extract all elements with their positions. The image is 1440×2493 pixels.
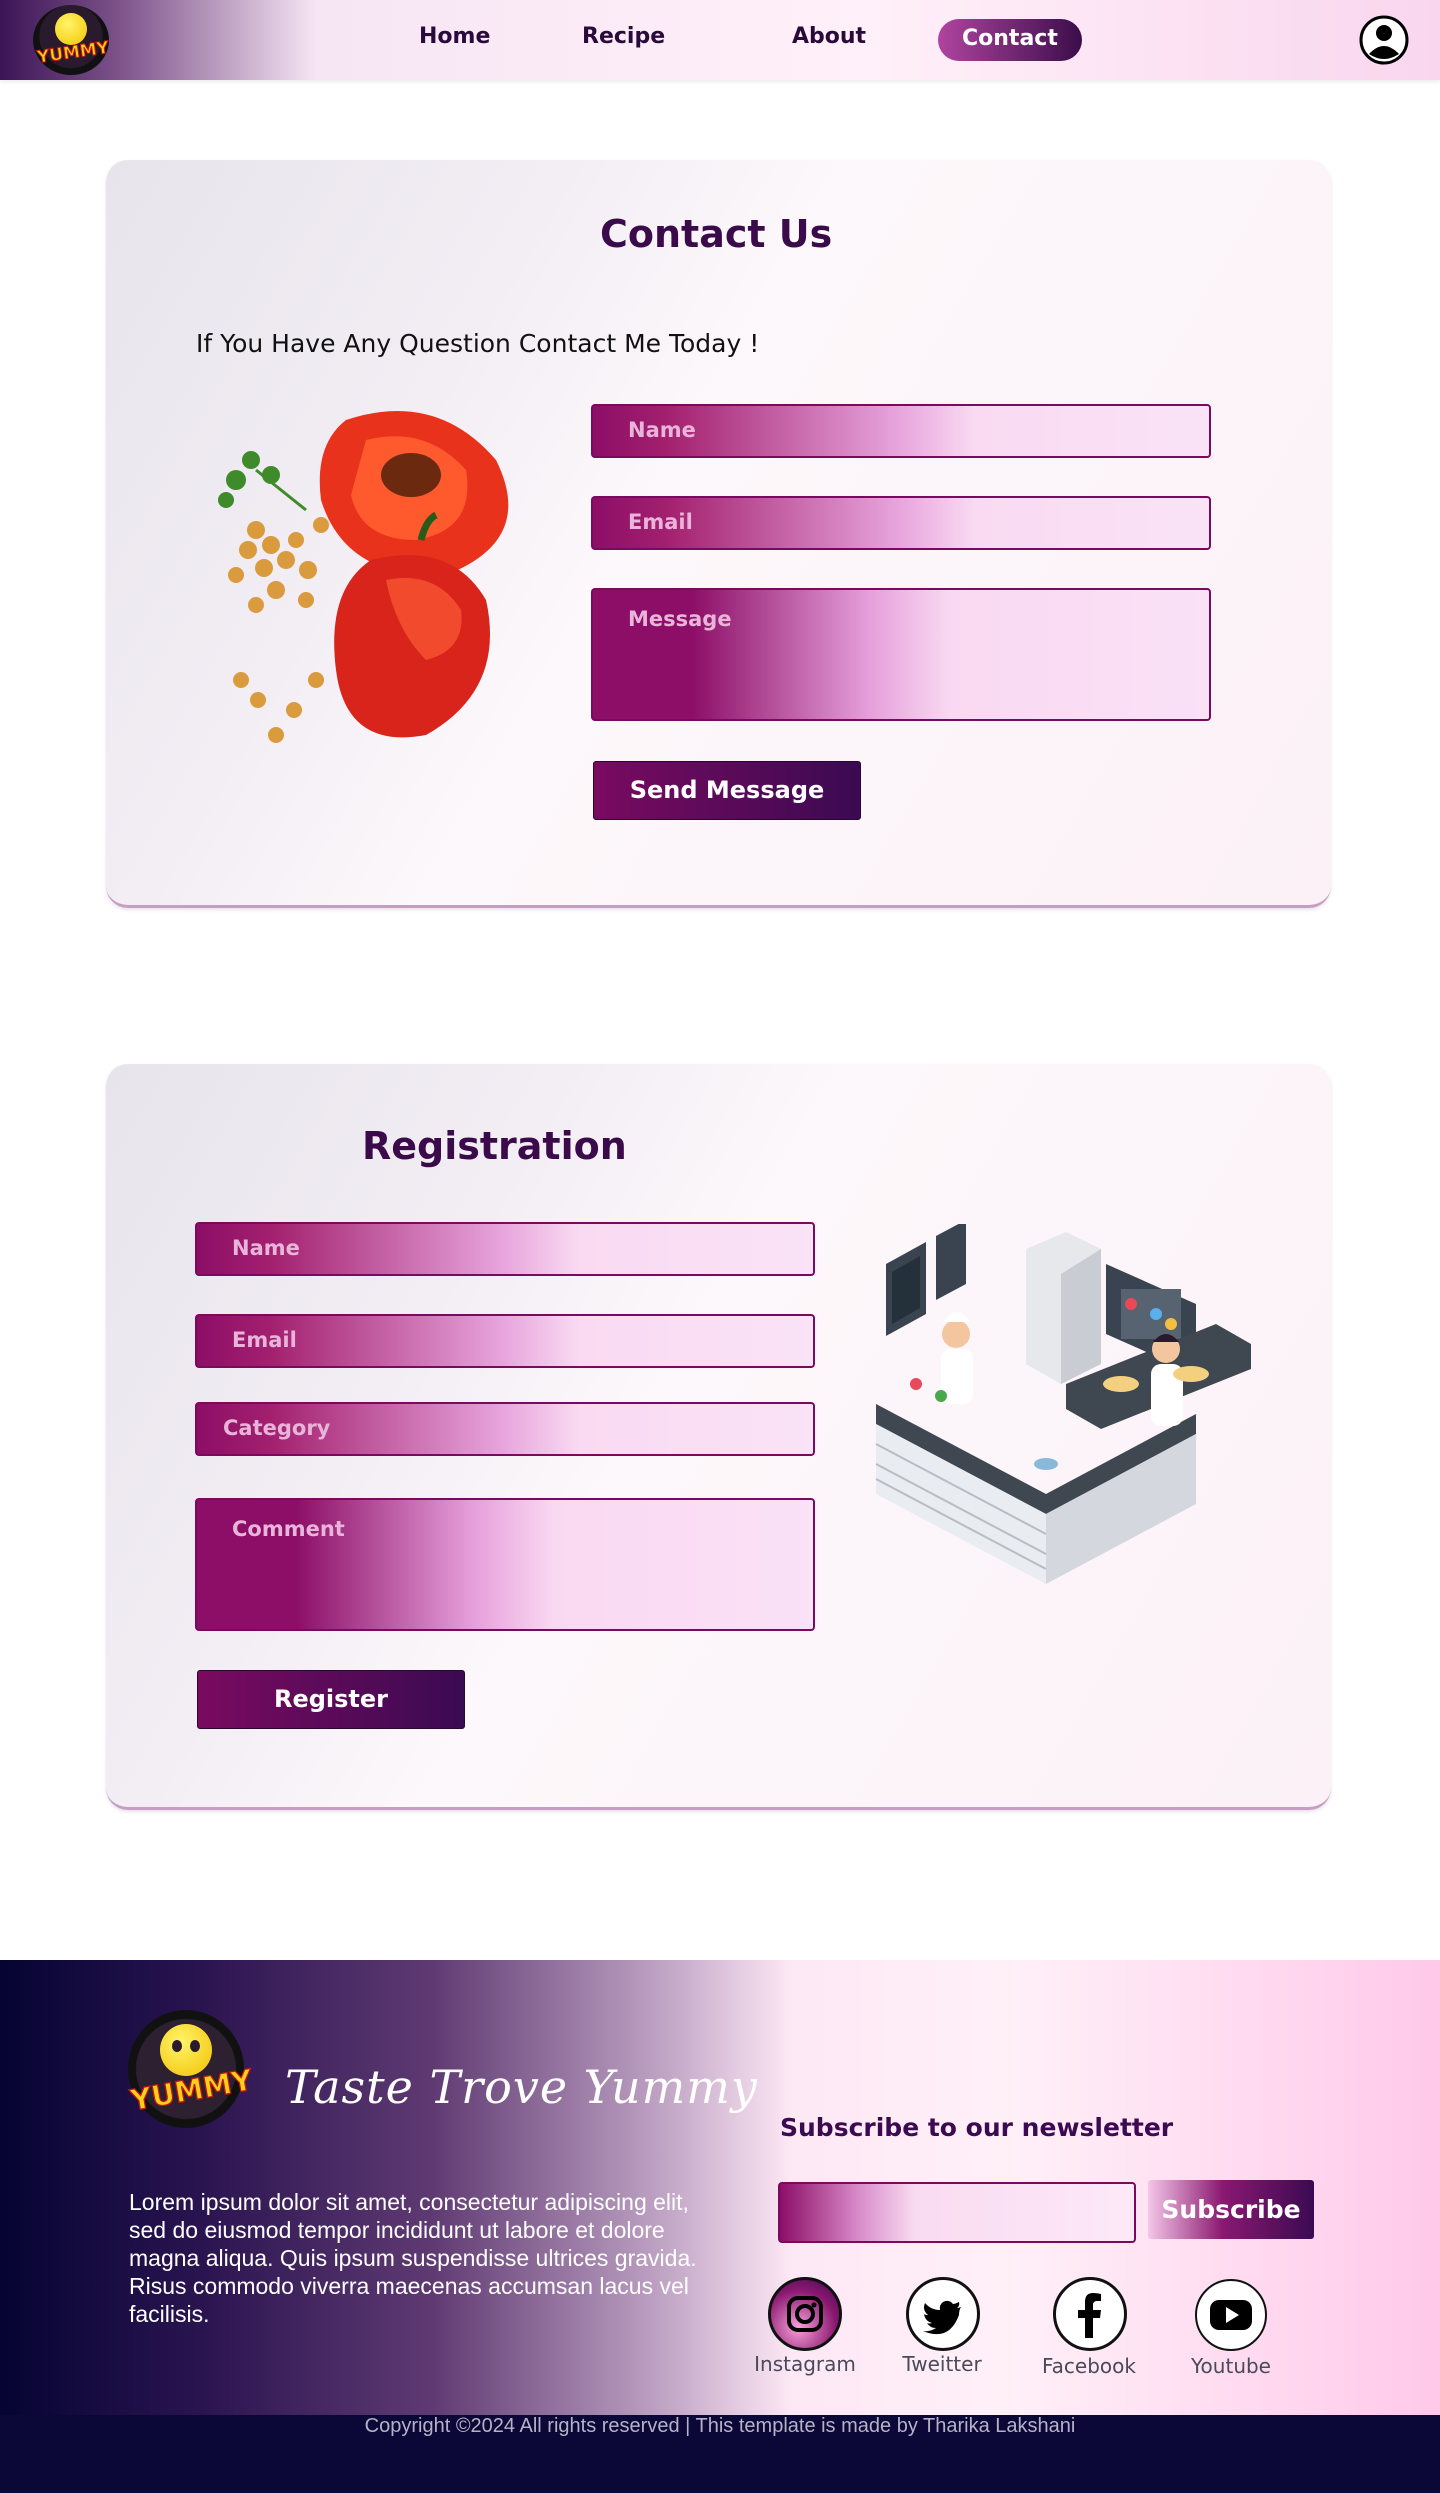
twitter-label[interactable]: Tweitter (882, 2352, 1002, 2376)
nav-home[interactable]: Home (419, 24, 490, 49)
registration-email-field[interactable]: Email (195, 1314, 815, 1368)
message-placeholder: Message (628, 607, 732, 631)
contact-email-field[interactable]: Email (591, 496, 1211, 550)
comment-placeholder: Comment (232, 1517, 345, 1541)
name-placeholder: Name (232, 1236, 300, 1260)
instagram-label[interactable]: Instagram (745, 2352, 865, 2376)
yummy-logo[interactable]: YUMMY (33, 5, 111, 75)
contact-card: Contact Us If You Have Any Question Cont… (106, 160, 1331, 908)
footer-description: Lorem ipsum dolor sit amet, consectetur … (129, 2189, 697, 2327)
nav-recipe[interactable]: Recipe (582, 24, 665, 49)
nav-about[interactable]: About (792, 24, 866, 49)
smiley-icon (55, 13, 87, 45)
registration-title: Registration (362, 1124, 627, 1168)
registration-category-field[interactable]: Category (195, 1402, 815, 1456)
logo-text: YUMMY (35, 37, 111, 68)
youtube-label[interactable]: Youtube (1171, 2354, 1291, 2378)
nav-contact[interactable]: Contact (938, 19, 1082, 61)
instagram-icon[interactable] (768, 2277, 842, 2351)
navbar: YUMMY Home Recipe About Contact (0, 0, 1440, 80)
send-message-button[interactable]: Send Message (593, 761, 861, 820)
register-button[interactable]: Register (197, 1670, 465, 1729)
contact-name-field[interactable]: Name (591, 404, 1211, 458)
kitchen-chefs-illustration (875, 1224, 1251, 1584)
peppers-chickpeas-image (218, 411, 509, 743)
facebook-label[interactable]: Facebook (1029, 2354, 1149, 2378)
twitter-icon[interactable] (906, 2277, 980, 2351)
registration-comment-field[interactable]: Comment (195, 1498, 815, 1631)
facebook-icon[interactable] (1053, 2277, 1127, 2351)
contact-title: Contact Us (600, 212, 833, 256)
registration-card: Registration Name Email Category Comment… (106, 1064, 1331, 1810)
footer-yummy-logo[interactable]: YUMMY (127, 2010, 256, 2128)
contact-subtitle: If You Have Any Question Contact Me Toda… (196, 329, 760, 358)
newsletter-title: Subscribe to our newsletter (780, 2113, 1174, 2142)
registration-name-field[interactable]: Name (195, 1222, 815, 1276)
category-placeholder: Category (223, 1416, 331, 1440)
subscribe-button[interactable]: Subscribe (1148, 2180, 1314, 2239)
email-placeholder: Email (628, 510, 693, 534)
smiley-icon (160, 2024, 212, 2076)
footer-brand-name: Taste Trove Yummy (285, 2060, 758, 2114)
name-placeholder: Name (628, 418, 696, 442)
copyright-text: Copyright ©2024 All rights reserved | Th… (0, 2415, 1440, 2493)
contact-message-field[interactable]: Message (591, 588, 1211, 721)
newsletter-email-input[interactable] (778, 2182, 1136, 2243)
email-placeholder: Email (232, 1328, 297, 1352)
user-account-icon[interactable] (1358, 14, 1410, 66)
youtube-icon[interactable] (1195, 2279, 1267, 2351)
